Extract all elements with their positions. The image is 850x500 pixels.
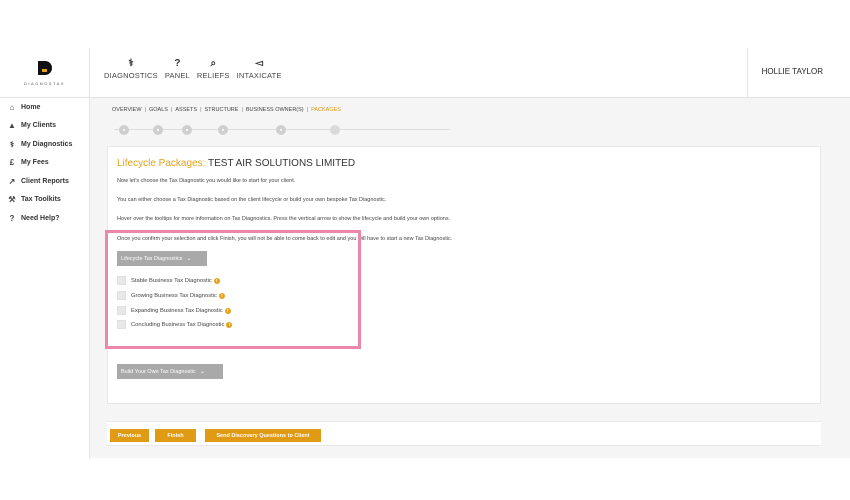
question-icon: ? [9, 213, 15, 223]
user-menu[interactable]: HOLLIE TAYLOR [762, 67, 823, 76]
topnav-reliefs[interactable]: ⌕ RELIEFS [197, 58, 230, 80]
topnav-label: PANEL [164, 71, 190, 80]
topnav-label: DIAGNOSTICS [104, 71, 158, 80]
sidebar-item-label: Tax Toolkits [21, 196, 61, 204]
instruction-text: Now let's choose the Tax Diagnostic you … [117, 178, 296, 184]
sidebar-item-label: My Diagnostics [21, 140, 73, 148]
topnav-panel[interactable]: ? PANEL [165, 58, 190, 80]
sidebar-item-home[interactable]: ⌂ Home [0, 98, 89, 117]
sidebar-item-label: Client Reports [21, 177, 69, 185]
breadcrumb: OVERVIEW | GOALS | ASSETS | STRUCTURE | … [110, 107, 343, 113]
logo[interactable]: DIAGNOSTAX [0, 48, 90, 98]
logo-mark-icon [37, 60, 52, 75]
pound-icon: £ [9, 158, 15, 168]
search-icon: ⌕ [210, 58, 217, 69]
finish-button[interactable]: Finish [155, 429, 196, 442]
highlight-box [105, 230, 361, 349]
stethoscope-icon: ⚕ [128, 58, 134, 69]
sidebar-item-need-help[interactable]: ? Need Help? [0, 209, 89, 228]
topnav-intaxicate[interactable]: ◅ INTAXICATE [237, 58, 282, 80]
sidebar-item-my-diagnostics[interactable]: ⚕ My Diagnostics [0, 135, 89, 154]
step-dot[interactable] [182, 125, 192, 135]
sidebar-item-my-fees[interactable]: £ My Fees [0, 154, 89, 173]
company-name: TEST AIR SOLUTIONS LIMITED [208, 158, 356, 169]
actions-bar: Previous Finish Send Discovery Questions… [107, 421, 821, 446]
previous-button[interactable]: Previous [110, 429, 149, 442]
wrench-icon: ⚒ [8, 195, 16, 205]
megaphone-icon: ◅ [255, 58, 263, 69]
dropdown-label: Build Your Own Tax Diagnostic [121, 368, 196, 375]
instruction-text: You can either choose a Tax Diagnostic b… [117, 197, 387, 203]
breadcrumb-goals[interactable]: GOALS [147, 107, 170, 113]
sidebar-item-label: My Fees [21, 159, 49, 167]
sidebar: ⌂ Home ▲ My Clients ⚕ My Diagnostics £ M… [0, 98, 90, 458]
step-dot[interactable] [218, 125, 228, 135]
question-icon: ? [174, 58, 181, 69]
top-nav: ⚕ DIAGNOSTICS ? PANEL ⌕ RELIEFS ◅ INTAXI… [104, 58, 289, 80]
breadcrumb-overview[interactable]: OVERVIEW [110, 107, 144, 113]
instruction-text: Hover over the tooltips for more informa… [117, 216, 451, 222]
progress-stepper [114, 124, 450, 136]
sidebar-item-label: Home [21, 103, 41, 111]
logo-text: DIAGNOSTAX [24, 80, 65, 86]
step-dot[interactable] [276, 125, 286, 135]
breadcrumb-business-owners[interactable]: BUSINESS OWNER(S) [244, 107, 306, 113]
breadcrumb-assets[interactable]: ASSETS [173, 107, 199, 113]
topnav-label: RELIEFS [196, 71, 230, 80]
stethoscope-icon: ⚕ [9, 139, 15, 149]
chevron-down-icon: ⌄ [199, 369, 205, 375]
topnav-diagnostics[interactable]: ⚕ DIAGNOSTICS [104, 58, 158, 80]
sidebar-item-tax-toolkits[interactable]: ⚒ Tax Toolkits [0, 191, 89, 210]
divider [747, 48, 748, 98]
step-dot[interactable] [153, 125, 163, 135]
sidebar-item-label: My Clients [21, 122, 57, 130]
user-icon: ▲ [8, 121, 16, 131]
sidebar-item-label: Need Help? [21, 214, 60, 222]
breadcrumb-structure[interactable]: STRUCTURE [203, 107, 241, 113]
sidebar-item-my-clients[interactable]: ▲ My Clients [0, 117, 89, 136]
send-discovery-questions-button[interactable]: Send Discovery Questions to Client [205, 429, 321, 442]
home-icon: ⌂ [9, 102, 15, 112]
step-dot-current[interactable] [330, 125, 340, 135]
line-chart-icon: ↗ [8, 176, 16, 186]
breadcrumb-packages[interactable]: PACKAGES [309, 107, 343, 113]
top-header: DIAGNOSTAX ⚕ DIAGNOSTICS ? PANEL ⌕ RELIE… [0, 48, 850, 98]
page-title: Lifecycle Packages: TEST AIR SOLUTIONS L… [117, 158, 355, 169]
step-dot[interactable] [119, 125, 129, 135]
build-own-dropdown[interactable]: Build Your Own Tax Diagnostic ⌄ [117, 364, 223, 379]
topnav-label: INTAXICATE [236, 71, 282, 80]
title-accent: Lifecycle Packages: [117, 158, 206, 169]
sidebar-item-client-reports[interactable]: ↗ Client Reports [0, 172, 89, 191]
